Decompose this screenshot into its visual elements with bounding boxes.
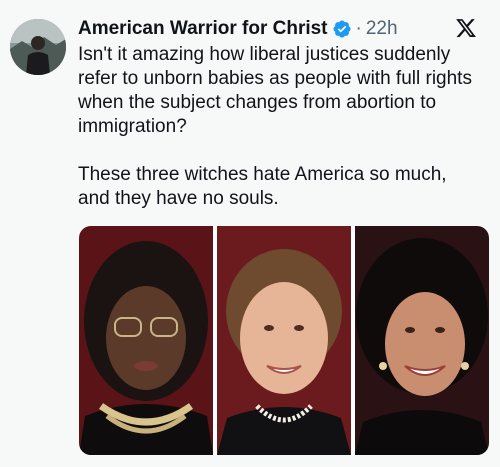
tweet-header: American Warrior for Christ · 22h [78, 16, 398, 42]
media-photo-1[interactable] [79, 226, 213, 455]
tweet-media[interactable] [79, 226, 489, 455]
avatar-image [10, 19, 66, 75]
tweet-paragraph: These three witches hate America so much… [78, 164, 447, 209]
tweet-paragraph: Isn't it amazing how liberal justices su… [78, 44, 472, 137]
x-logo-icon[interactable] [455, 17, 477, 39]
tweet-timestamp[interactable]: 22h [366, 18, 398, 40]
tweet-text: Isn't it amazing how liberal justices su… [78, 43, 483, 211]
author-name[interactable]: American Warrior for Christ [78, 18, 328, 40]
tweet[interactable]: American Warrior for Christ · 22h Isn't … [0, 0, 500, 467]
media-photo-3[interactable] [355, 226, 489, 455]
tweet-separator: · [355, 18, 362, 39]
avatar[interactable] [10, 19, 66, 75]
verified-badge-icon [332, 19, 352, 39]
media-photo-2[interactable] [217, 226, 351, 455]
